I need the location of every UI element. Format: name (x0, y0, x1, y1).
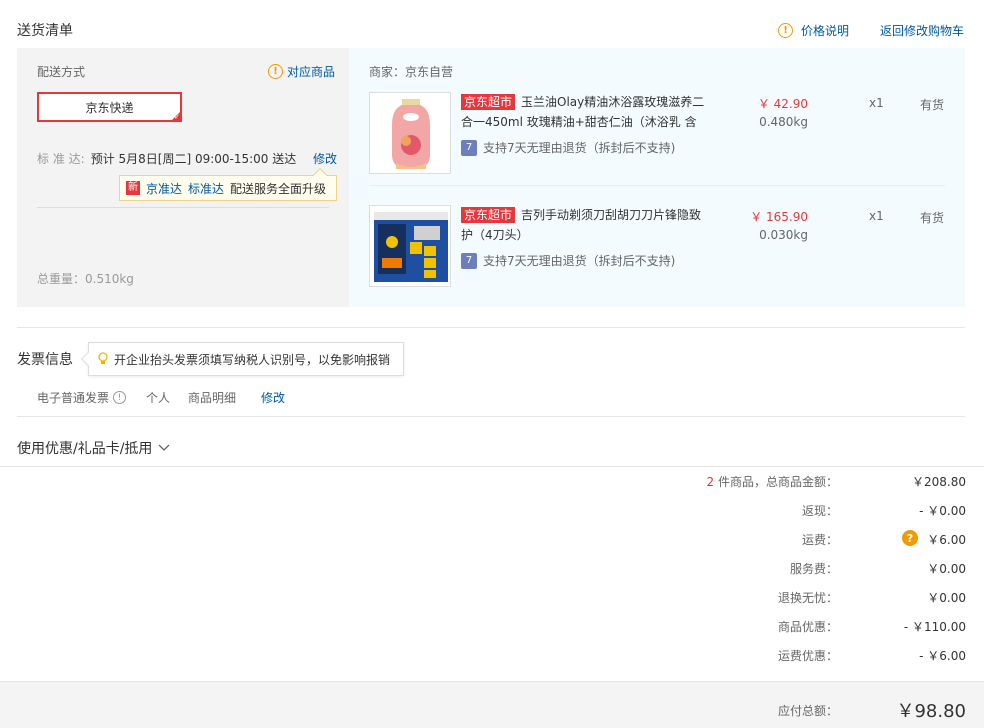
total-weight: 总重量：0.510kg (37, 272, 134, 286)
freight-value: ￥6.00 (927, 533, 966, 547)
product-price: ￥ 42.90 (757, 97, 808, 111)
coupons-toggle[interactable]: 使用优惠/礼品卡/抵用 (17, 438, 170, 458)
shipping-option-label: 京东快递 (85, 100, 134, 115)
invoice-type-text: 电子普通发票 (37, 391, 110, 405)
info-icon[interactable]: ! (113, 391, 127, 404)
jd-supermarket-tag: 京东超市 (461, 94, 516, 110)
invoice-modify-link[interactable]: 修改 (261, 389, 285, 406)
product-divider (369, 185, 945, 186)
exchange-label: 退换无忧： (777, 591, 838, 605)
service-fee-label: 服务费： (789, 562, 838, 576)
delivery-modify-link[interactable]: 修改 (313, 150, 337, 167)
jingzhunda-link[interactable]: 京准达 (146, 180, 182, 197)
service-text: 支持7天无理由退货（拆封后不支持) (483, 254, 676, 268)
matched-products[interactable]: ! 对应商品 (268, 63, 335, 80)
product-weight: 0.480kg (759, 115, 808, 129)
seller-label: 商家：京东自营 (369, 65, 454, 79)
shipping-option-jd-express[interactable]: 京东快递 ✓ (37, 92, 182, 122)
back-to-cart-link[interactable]: 返回修改购物车 (880, 22, 964, 39)
tip-arrow (80, 351, 96, 367)
product-quantity: x1 (869, 96, 884, 110)
matched-products-link[interactable]: 对应商品 (287, 63, 335, 80)
biaozhunda-link[interactable]: 标准达 (188, 180, 224, 197)
chevron-down-icon (158, 444, 170, 451)
summary-count-label: 2 件商品，总商品金额： (618, 473, 838, 490)
freight-discount-label: 运费优惠： (777, 649, 838, 663)
rebate-label: 返现： (801, 504, 838, 518)
product-name[interactable]: 京东超市 吉列手动剃须刀刮胡刀刀片锋隐致护（4刀头） (461, 205, 711, 245)
warning-icon: ! (268, 64, 283, 79)
divider (37, 207, 329, 208)
delivery-upgrade-tip: 新 京准达 标准达 配送服务全面升级 (119, 167, 337, 201)
product-quantity: x1 (869, 209, 884, 223)
total-label: 应付总额： (777, 704, 838, 718)
total-value: ￥98.80 (896, 701, 966, 722)
standard-time: 预计 5月8日[周二] 09:00-15:00 送达 (90, 152, 297, 166)
invoice-tip-text: 开企业抬头发票须填写纳税人识别号，以免影响报销 (114, 352, 391, 367)
check-icon: ✓ (174, 113, 180, 121)
product-price: ￥ 165.90 (750, 210, 808, 224)
invoice-recipient: 个人 (146, 391, 171, 405)
service-fee-value: ￥0.00 (927, 562, 966, 576)
return-policy-icon: 7 (461, 252, 477, 269)
invoice-type: 电子普通发票 ! (37, 389, 127, 406)
section-divider (17, 416, 965, 417)
razor-blades-image (370, 206, 450, 286)
exchange-value: ￥0.00 (927, 591, 966, 605)
jd-supermarket-tag: 京东超市 (461, 207, 516, 223)
coupons-label: 使用优惠/礼品卡/抵用 (17, 441, 153, 457)
freight-label: 运费： (801, 533, 838, 547)
invoice-title: 发票信息 (17, 352, 73, 368)
summary-subtotal: ￥208.80 (912, 475, 966, 489)
rebate-value: - ￥0.00 (919, 504, 966, 518)
product-stock: 有货 (920, 211, 945, 225)
section-divider (0, 466, 984, 467)
lightbulb-icon (98, 352, 108, 364)
section-divider (17, 327, 965, 328)
return-policy-icon: 7 (461, 139, 477, 156)
standard-label: 标 准 达: (37, 152, 85, 166)
invoice-content: 商品明细 (188, 391, 237, 405)
count-suffix: 件商品，总商品金额： (714, 475, 838, 489)
body-wash-image (370, 93, 450, 173)
warning-icon: ! (778, 23, 793, 38)
product-thumbnail[interactable] (369, 205, 451, 287)
service-text: 支持7天无理由退货（拆封后不支持) (483, 141, 676, 155)
standard-delivery-info: 标 准 达: 预计 5月8日[周二] 09:00-15:00 送达 (37, 150, 296, 167)
price-note[interactable]: ! 价格说明 (778, 22, 849, 39)
discount-label: 商品优惠： (777, 620, 838, 634)
delivery-method-label: 配送方式 (37, 65, 86, 79)
product-weight: 0.030kg (759, 228, 808, 242)
product-stock: 有货 (920, 98, 945, 112)
product-service: 7 支持7天无理由退货（拆封后不支持) (461, 139, 675, 156)
product-thumbnail[interactable] (369, 92, 451, 174)
freight-discount-value: - ￥6.00 (919, 649, 966, 663)
product-service: 7 支持7天无理由退货（拆封后不支持) (461, 252, 675, 269)
price-note-link[interactable]: 价格说明 (801, 22, 849, 39)
new-badge: 新 (126, 181, 140, 195)
product-name[interactable]: 京东超市 玉兰油Olay精油沐浴露玫瑰滋养二合一450ml 玫瑰精油+甜杏仁油（沐… (461, 92, 711, 132)
discount-value: - ￥110.00 (903, 620, 966, 634)
tip-text: 配送服务全面升级 (230, 181, 327, 196)
invoice-tip: 开企业抬头发票须填写纳税人识别号，以免影响报销 (80, 342, 404, 376)
section-title: 送货清单 (17, 23, 73, 39)
